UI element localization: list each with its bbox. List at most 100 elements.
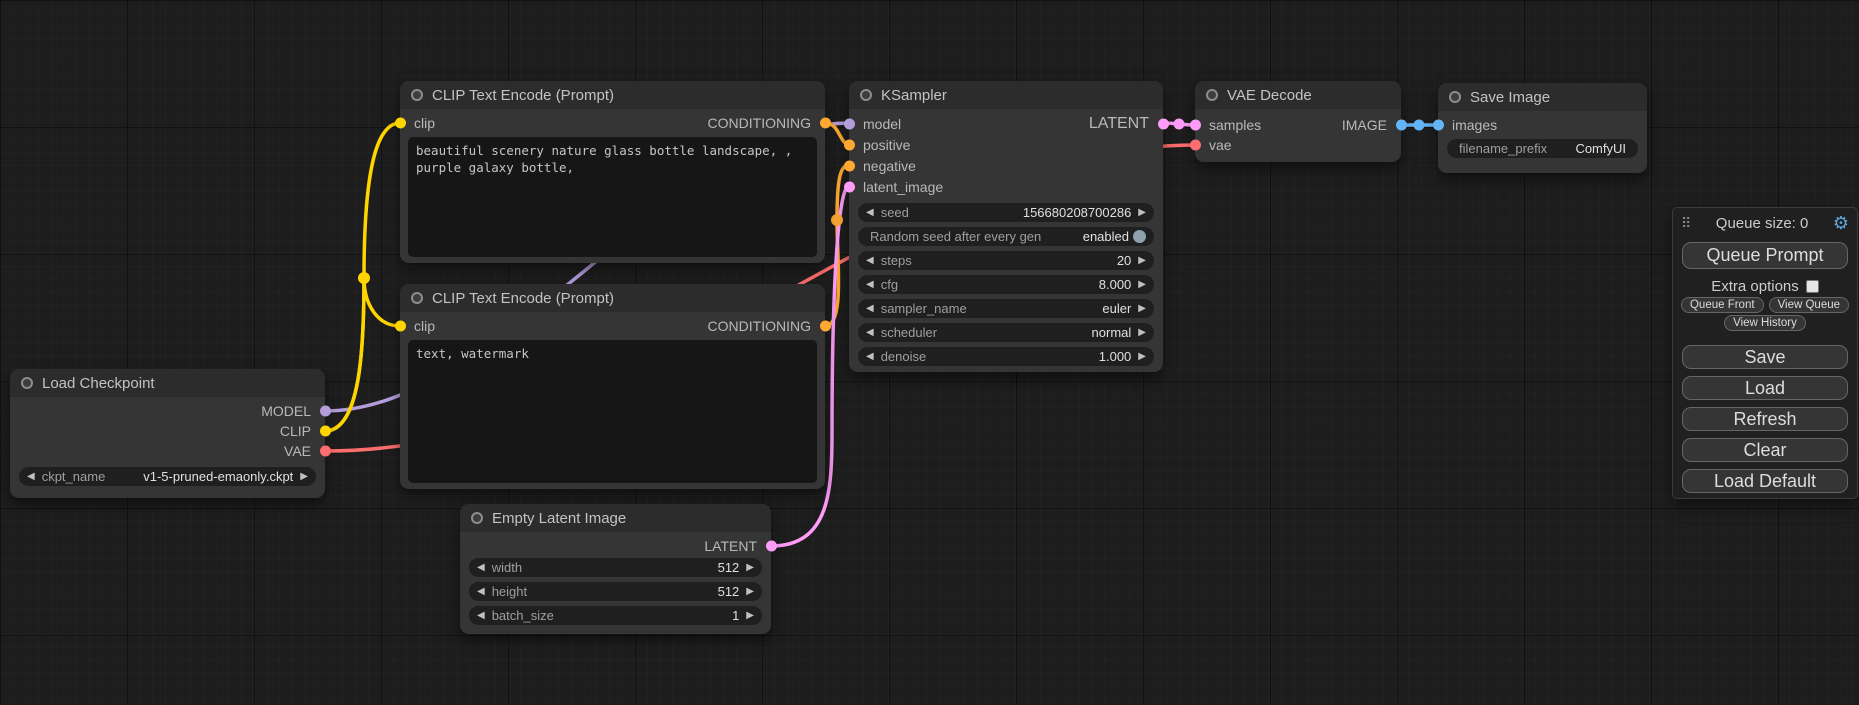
node-collapse-dot[interactable]	[1206, 89, 1218, 101]
link-midpoint-dot[interactable]	[1174, 119, 1185, 130]
node-collapse-dot[interactable]	[471, 512, 483, 524]
node-title-bar[interactable]: Empty Latent Image	[460, 504, 771, 532]
filename-prefix-widget[interactable]: filename_prefix ComfyUI	[1447, 139, 1638, 158]
node-vae-decode[interactable]: VAE Decode samples IMAGE vae	[1195, 81, 1401, 162]
view-history-button[interactable]: View History	[1724, 315, 1806, 331]
random-seed-toggle-widget[interactable]: Random seed after every gen enabled	[858, 227, 1154, 246]
arrow-left-icon[interactable]: ◀	[477, 587, 485, 597]
drag-handle-icon[interactable]: ⠿	[1681, 215, 1691, 232]
refresh-button[interactable]: Refresh	[1682, 407, 1848, 431]
clip-output-port[interactable]	[320, 426, 331, 437]
prompt-textarea[interactable]: text, watermark	[408, 340, 817, 483]
toggle-knob[interactable]	[1133, 230, 1146, 243]
input-label: clip	[414, 115, 435, 131]
node-collapse-dot[interactable]	[411, 89, 423, 101]
seed-widget[interactable]: ◀ seed 156680208700286 ▶	[858, 203, 1154, 222]
arrow-left-icon[interactable]: ◀	[866, 280, 874, 290]
node-empty-latent-image[interactable]: Empty Latent Image LATENT ◀ width 512 ▶ …	[460, 504, 771, 634]
height-widget[interactable]: ◀ height 512 ▶	[469, 582, 762, 601]
arrow-right-icon[interactable]: ▶	[1138, 256, 1146, 266]
comfy-menu-panel[interactable]: ⠿ Queue size: 0 ⚙ Queue Prompt Extra opt…	[1672, 207, 1858, 499]
latent-output-port[interactable]	[766, 541, 777, 552]
node-save-image[interactable]: Save Image images filename_prefix ComfyU…	[1438, 83, 1647, 173]
ckpt-name-widget[interactable]: ◀ ckpt_name v1-5-pruned-emaonly.ckpt ▶	[19, 467, 316, 486]
node-title-bar[interactable]: Load Checkpoint	[10, 369, 325, 397]
slot-row: clip CONDITIONING	[400, 316, 825, 336]
arrow-left-icon[interactable]: ◀	[27, 472, 35, 482]
queue-prompt-button[interactable]: Queue Prompt	[1682, 242, 1848, 269]
arrow-right-icon[interactable]: ▶	[1138, 280, 1146, 290]
steps-widget[interactable]: ◀ steps 20 ▶	[858, 251, 1154, 270]
view-queue-button[interactable]: View Queue	[1769, 297, 1849, 313]
arrow-left-icon[interactable]: ◀	[866, 328, 874, 338]
arrow-right-icon[interactable]: ▶	[746, 563, 754, 573]
load-default-button[interactable]: Load Default	[1682, 469, 1848, 493]
conditioning-output-port[interactable]	[820, 321, 831, 332]
save-button[interactable]: Save	[1682, 345, 1848, 369]
output-label: VAE	[284, 443, 311, 459]
input-slot-images: images	[1438, 115, 1647, 135]
arrow-right-icon[interactable]: ▶	[300, 472, 308, 482]
clip-input-port[interactable]	[395, 321, 406, 332]
arrow-right-icon[interactable]: ▶	[746, 587, 754, 597]
arrow-left-icon[interactable]: ◀	[866, 208, 874, 218]
extra-options-checkbox[interactable]	[1806, 280, 1819, 293]
arrow-left-icon[interactable]: ◀	[866, 304, 874, 314]
node-title: CLIP Text Encode (Prompt)	[432, 290, 614, 307]
batch-size-widget[interactable]: ◀ batch_size 1 ▶	[469, 606, 762, 625]
samples-input-port[interactable]	[1190, 120, 1201, 131]
node-title-bar[interactable]: Save Image	[1438, 83, 1647, 111]
arrow-left-icon[interactable]: ◀	[866, 352, 874, 362]
link-midpoint-dot[interactable]	[831, 214, 843, 226]
node-title-bar[interactable]: VAE Decode	[1195, 81, 1401, 109]
load-button[interactable]: Load	[1682, 376, 1848, 400]
node-title-bar[interactable]: CLIP Text Encode (Prompt)	[400, 284, 825, 312]
arrow-left-icon[interactable]: ◀	[866, 256, 874, 266]
conditioning-output-port[interactable]	[820, 118, 831, 129]
width-widget[interactable]: ◀ width 512 ▶	[469, 558, 762, 577]
widget-value: 20	[1117, 253, 1131, 268]
arrow-left-icon[interactable]: ◀	[477, 611, 485, 621]
input-label: vae	[1209, 137, 1232, 153]
latent-output-port[interactable]	[1158, 118, 1169, 129]
node-collapse-dot[interactable]	[21, 377, 33, 389]
denoise-widget[interactable]: ◀ denoise 1.000 ▶	[858, 347, 1154, 366]
positive-input-port[interactable]	[844, 139, 855, 150]
node-clip-text-encode-negative[interactable]: CLIP Text Encode (Prompt) clip CONDITION…	[400, 284, 825, 489]
node-clip-text-encode-positive[interactable]: CLIP Text Encode (Prompt) clip CONDITION…	[400, 81, 825, 263]
cfg-widget[interactable]: ◀ cfg 8.000 ▶	[858, 275, 1154, 294]
arrow-right-icon[interactable]: ▶	[1138, 352, 1146, 362]
widget-label: Random seed after every gen	[870, 229, 1041, 244]
model-input-port[interactable]	[844, 118, 855, 129]
link-midpoint-dot[interactable]	[1414, 120, 1425, 131]
node-collapse-dot[interactable]	[411, 292, 423, 304]
node-title-bar[interactable]: KSampler	[849, 81, 1163, 109]
arrow-right-icon[interactable]: ▶	[1138, 208, 1146, 218]
arrow-right-icon[interactable]: ▶	[746, 611, 754, 621]
prompt-textarea[interactable]: beautiful scenery nature glass bottle la…	[408, 137, 817, 257]
images-input-port[interactable]	[1433, 120, 1444, 131]
clear-button[interactable]: Clear	[1682, 438, 1848, 462]
node-load-checkpoint[interactable]: Load Checkpoint MODEL CLIP VAE ◀ ckpt_na…	[10, 369, 325, 498]
latent-image-input-port[interactable]	[844, 181, 855, 192]
node-collapse-dot[interactable]	[1449, 91, 1461, 103]
output-slot-latent: LATENT	[460, 536, 771, 556]
node-title-bar[interactable]: CLIP Text Encode (Prompt)	[400, 81, 825, 109]
arrow-right-icon[interactable]: ▶	[1138, 304, 1146, 314]
negative-input-port[interactable]	[844, 160, 855, 171]
node-graph-canvas[interactable]: Load Checkpoint MODEL CLIP VAE ◀ ckpt_na…	[0, 0, 1859, 705]
settings-gear-icon[interactable]: ⚙	[1833, 213, 1849, 234]
vae-output-port[interactable]	[320, 446, 331, 457]
node-ksampler[interactable]: KSampler model positive negative latent_…	[849, 81, 1163, 372]
clip-input-port[interactable]	[395, 118, 406, 129]
vae-input-port[interactable]	[1190, 140, 1201, 151]
image-output-port[interactable]	[1396, 120, 1407, 131]
scheduler-widget[interactable]: ◀ scheduler normal ▶	[858, 323, 1154, 342]
arrow-right-icon[interactable]: ▶	[1138, 328, 1146, 338]
link-midpoint-dot[interactable]	[358, 272, 370, 284]
model-output-port[interactable]	[320, 406, 331, 417]
sampler-name-widget[interactable]: ◀ sampler_name euler ▶	[858, 299, 1154, 318]
arrow-left-icon[interactable]: ◀	[477, 563, 485, 573]
queue-front-button[interactable]: Queue Front	[1681, 297, 1764, 313]
node-collapse-dot[interactable]	[860, 89, 872, 101]
